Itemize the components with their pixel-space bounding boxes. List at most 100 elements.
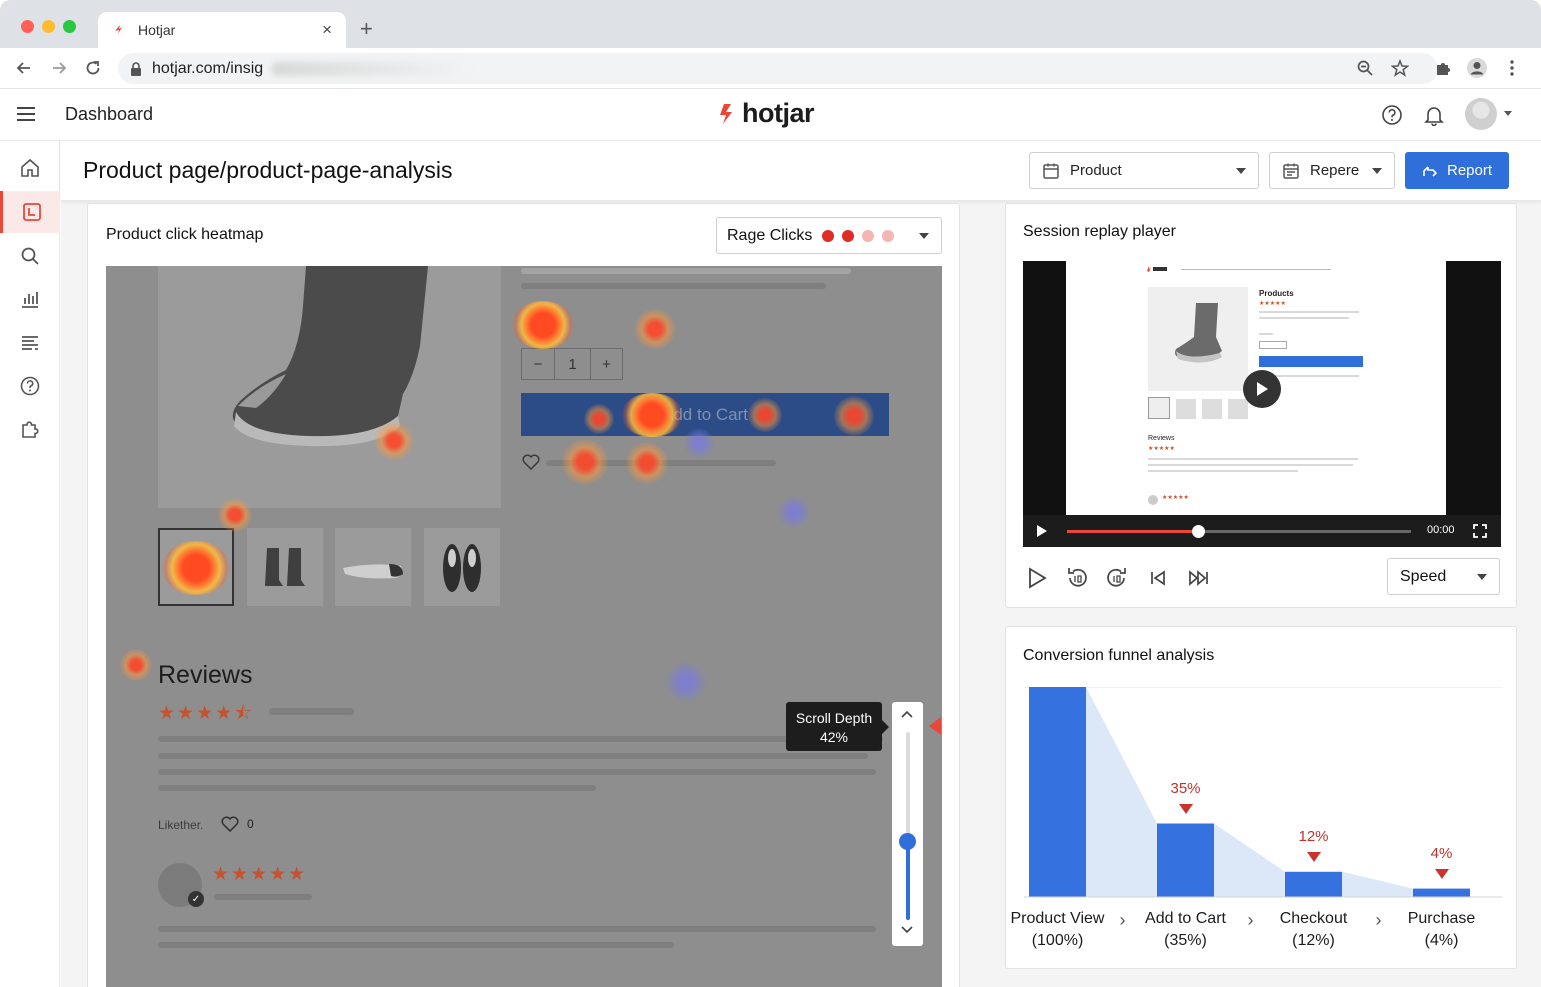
sidebar-item-dashboards[interactable]	[0, 191, 60, 233]
shoe-side-image	[343, 564, 403, 579]
product-select[interactable]: Product	[1029, 152, 1259, 189]
funnel-bar[interactable]	[1413, 888, 1470, 897]
forward-10-button[interactable]	[1105, 566, 1129, 590]
rewind-10-button[interactable]	[1065, 566, 1089, 590]
zoom-icon[interactable]	[1354, 57, 1376, 79]
fullscreen-icon[interactable]	[1473, 524, 1487, 538]
click-hotspot	[562, 439, 608, 485]
scroll-fill	[906, 841, 910, 920]
reload-button[interactable]	[81, 56, 105, 80]
hotjar-flame-icon	[720, 103, 732, 124]
click-hotspot	[834, 396, 874, 436]
mini-text-line	[1259, 333, 1273, 335]
mini-quantity	[1259, 341, 1287, 349]
back-button[interactable]	[12, 56, 36, 80]
play-button[interactable]	[1025, 566, 1049, 590]
funnel-bar[interactable]	[1029, 687, 1086, 897]
sidebar-item-integrations[interactable]	[0, 409, 60, 451]
minimize-window-button[interactable]	[42, 20, 55, 33]
chevron-down-icon[interactable]	[1504, 111, 1512, 116]
heart-icon[interactable]	[221, 816, 239, 832]
skip-previous-button[interactable]	[1146, 566, 1170, 590]
funnel-step-label: Add to Cart (35%)	[1131, 908, 1241, 952]
profile-icon[interactable]	[1466, 57, 1488, 79]
maximize-window-button[interactable]	[63, 20, 76, 33]
text-placeholder-line	[158, 753, 868, 759]
click-hotspot	[748, 398, 782, 432]
mini-thumbnail	[1228, 399, 1248, 419]
play-outline-icon	[1029, 567, 1047, 589]
address-bar[interactable]: hotjar.com/insig	[118, 53, 1438, 84]
browser-tab[interactable]: Hotjar ×	[98, 12, 346, 48]
arrow-right-icon	[53, 62, 67, 74]
mini-products-heading: Products	[1259, 289, 1294, 298]
chevron-down-icon	[919, 232, 929, 239]
heatmap-mode-select[interactable]: Rage Clicks	[716, 217, 942, 254]
tab-close-icon[interactable]: ×	[322, 20, 332, 40]
quantity-stepper[interactable]: − 1 +	[521, 348, 623, 380]
report-button[interactable]: Report	[1405, 152, 1509, 189]
browser-window: Hotjar × + hotjar.com/insig Dashboard ho…	[0, 0, 1541, 987]
funnel-step-percent: (12%)	[1292, 932, 1335, 949]
boot-pair-image	[265, 548, 305, 586]
notification-bell-icon[interactable]	[1422, 103, 1446, 127]
bookmark-star-icon[interactable]	[1389, 57, 1411, 79]
sidebar-item-analytics[interactable]	[0, 278, 60, 320]
rewind-icon	[1068, 568, 1087, 587]
chevron-down-icon	[1477, 573, 1487, 580]
product-photo	[158, 266, 501, 508]
play-icon[interactable]	[1036, 524, 1048, 538]
rating-stars: ★★★★⯪	[158, 703, 255, 724]
mini-thumbnail	[1148, 397, 1170, 419]
new-tab-button[interactable]: +	[360, 16, 373, 42]
chevron-down-icon[interactable]	[901, 926, 913, 934]
repere-select[interactable]: Repere	[1269, 152, 1395, 189]
thumbnail-2[interactable]	[247, 528, 323, 606]
text-placeholder-line	[214, 894, 312, 900]
close-window-button[interactable]	[21, 20, 34, 33]
funnel-bar[interactable]	[1157, 823, 1214, 898]
mini-reviewer-avatar	[1148, 495, 1158, 505]
mini-boot-image	[1175, 303, 1222, 363]
sidebar-item-search[interactable]	[0, 235, 60, 277]
heatmap-preview[interactable]: − 1 + Add to Cart Reviews ★★★★⯪ Likether…	[106, 266, 942, 987]
skip-next-button[interactable]	[1187, 566, 1211, 590]
speed-select[interactable]: Speed	[1387, 558, 1500, 595]
mini-review-stars: ★★★★★	[1162, 495, 1189, 501]
text-placeholder-line	[521, 268, 851, 274]
text-placeholder-line	[158, 769, 876, 775]
arrow-left-icon	[16, 62, 30, 74]
replay-video[interactable]: Products ★★★★★ Reviews ★★★★★ ★★★★★ 00:00	[1023, 261, 1501, 547]
sidebar-item-help[interactable]	[0, 365, 60, 407]
sidebar-item-home[interactable]	[0, 147, 60, 189]
scroll-depth-label: Scroll Depth	[795, 710, 873, 726]
puzzle-icon	[22, 421, 39, 438]
video-progress-handle[interactable]	[1192, 525, 1205, 538]
skip-previous-icon	[1151, 570, 1165, 586]
mini-nav-line	[1181, 269, 1331, 270]
forward-button[interactable]	[47, 56, 71, 80]
sidebar-item-surveys[interactable]	[0, 322, 60, 364]
user-avatar[interactable]	[1465, 98, 1497, 130]
help-icon[interactable]	[1380, 103, 1404, 127]
hotjar-logo[interactable]: hotjar	[718, 98, 815, 129]
quantity-increase-button[interactable]: +	[591, 349, 622, 379]
calendar-grid-icon	[1283, 163, 1299, 179]
quantity-decrease-button[interactable]: −	[522, 349, 555, 379]
funnel-bar[interactable]	[1285, 871, 1342, 897]
thumbnail-4[interactable]	[424, 528, 500, 606]
browser-menu-icon[interactable]	[1501, 57, 1523, 79]
hamburger-menu-icon[interactable]	[17, 107, 35, 121]
chevron-up-icon[interactable]	[901, 710, 913, 718]
thumbnail-3[interactable]	[335, 528, 411, 606]
chevron-down-icon	[1236, 167, 1246, 174]
scroll-depth-slider[interactable]	[892, 702, 923, 946]
boot-image	[232, 266, 428, 447]
video-progress-fill	[1067, 530, 1198, 533]
scroll-handle[interactable]	[899, 833, 916, 850]
tab-title: Hotjar	[138, 22, 176, 38]
chevron-down-icon	[1372, 167, 1382, 174]
funnel-step-name: Product View	[1010, 910, 1105, 927]
play-overlay-button[interactable]	[1243, 370, 1281, 408]
extensions-puzzle-icon[interactable]	[1432, 57, 1454, 79]
